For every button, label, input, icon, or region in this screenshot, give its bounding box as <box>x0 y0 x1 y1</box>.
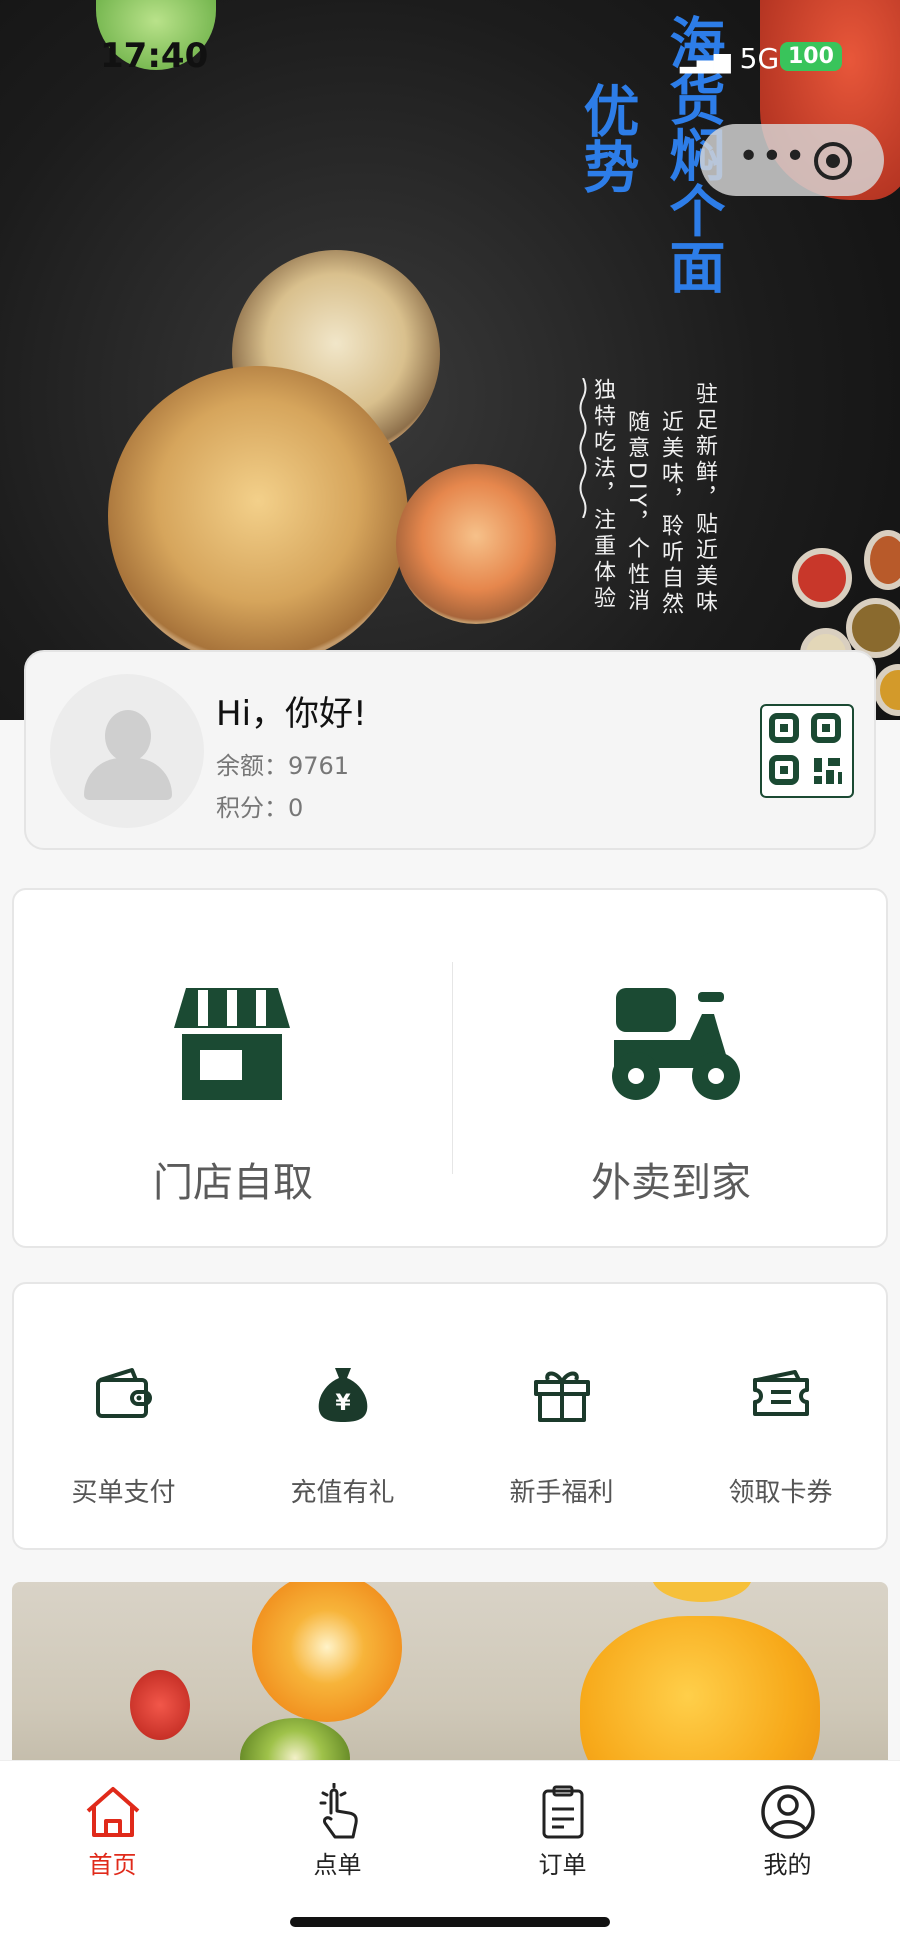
points-row: 积分：0 <box>216 788 303 823</box>
spice-dish-image <box>864 530 900 590</box>
avatar[interactable] <box>50 674 204 828</box>
hero-title: 优势 <box>574 82 640 194</box>
greeting-text: Hi，你好! <box>216 694 367 734</box>
delivery-label: 外卖到家 <box>591 1160 751 1206</box>
newbie-gift-label: 新手福利 <box>509 1478 614 1508</box>
shrimp-bowl-image <box>396 464 556 624</box>
seafood-bowl-image <box>108 366 408 666</box>
ticket-icon <box>753 1370 809 1416</box>
strawberry-image <box>130 1670 190 1740</box>
tab-orders[interactable]: 订单 <box>450 1771 675 1891</box>
home-icon <box>86 1787 140 1837</box>
more-icon[interactable]: ••• <box>738 136 808 177</box>
tap-icon <box>319 1783 358 1839</box>
tab-mine[interactable]: 我的 <box>675 1771 900 1891</box>
tab-home-label: 首页 <box>88 1851 137 1879</box>
avatar-head-icon <box>105 710 151 762</box>
status-network: ▂▄▆ 5G <box>680 42 779 75</box>
tab-order-label: 点单 <box>313 1851 362 1879</box>
order-mode-panel: 门店自取 外卖到家 <box>12 888 888 1248</box>
tab-bar: 首页 点单 订单 我的 <box>0 1760 900 1949</box>
close-target-icon[interactable] <box>814 142 852 180</box>
clipboard-icon <box>542 1785 584 1839</box>
home-indicator <box>290 1917 610 1927</box>
tab-mine-label: 我的 <box>763 1851 812 1879</box>
balance-value: 9761 <box>288 752 350 780</box>
storefront-icon <box>174 988 290 1100</box>
avatar-body-icon <box>84 758 172 800</box>
spice-dish-image <box>874 664 900 716</box>
profile-card[interactable]: Hi，你好! 余额：9761 积分：0 <box>24 650 876 850</box>
recharge-button[interactable]: ¥ 充值有礼 <box>233 1284 452 1552</box>
tab-home[interactable]: 首页 <box>0 1771 225 1891</box>
services-panel: 买单支付 ¥ 充值有礼 新手福利 领取卡券 <box>12 1282 888 1550</box>
balance-row: 余额：9761 <box>216 746 349 781</box>
balance-label: 余额： <box>216 752 288 780</box>
coupon-button[interactable]: 领取卡券 <box>671 1284 890 1552</box>
hero-banner[interactable]: 海货焖个面 优势 驻足新鲜，贴近美味 近美味，聆听自然 随意DIY，个性消 独特… <box>0 0 900 720</box>
recharge-label: 充值有礼 <box>290 1478 395 1508</box>
newbie-gift-button[interactable]: 新手福利 <box>452 1284 671 1552</box>
status-time: 17:40 <box>100 36 209 76</box>
pay-bill-label: 买单支付 <box>71 1478 176 1508</box>
qr-code-icon[interactable] <box>760 704 854 798</box>
pay-bill-button[interactable]: 买单支付 <box>14 1284 233 1552</box>
battery-badge: 100 <box>780 42 842 71</box>
gift-icon <box>534 1371 590 1422</box>
miniprogram-capsule[interactable]: ••• <box>700 124 884 196</box>
spice-dish-image <box>846 598 900 658</box>
tab-order[interactable]: 点单 <box>225 1771 450 1891</box>
scooter-icon <box>612 988 740 1100</box>
delivery-button[interactable]: 外卖到家 <box>452 890 890 1250</box>
svg-text:¥: ¥ <box>335 1391 351 1416</box>
lemon-image <box>652 1582 752 1602</box>
signal-icon: ▂▄▆ <box>680 49 731 74</box>
user-icon <box>761 1785 815 1839</box>
wallet-icon <box>96 1368 152 1418</box>
money-bag-icon: ¥ <box>318 1368 368 1422</box>
points-value: 0 <box>288 794 304 822</box>
store-pickup-label: 门店自取 <box>153 1160 313 1206</box>
orange-image <box>252 1582 402 1722</box>
coupon-label: 领取卡券 <box>728 1478 833 1508</box>
store-pickup-button[interactable]: 门店自取 <box>14 890 452 1250</box>
network-type: 5G <box>739 42 780 75</box>
spice-dish-image <box>792 548 852 608</box>
wavy-divider-icon <box>579 378 587 518</box>
points-label: 积分： <box>216 794 288 822</box>
tab-orders-label: 订单 <box>538 1851 587 1879</box>
